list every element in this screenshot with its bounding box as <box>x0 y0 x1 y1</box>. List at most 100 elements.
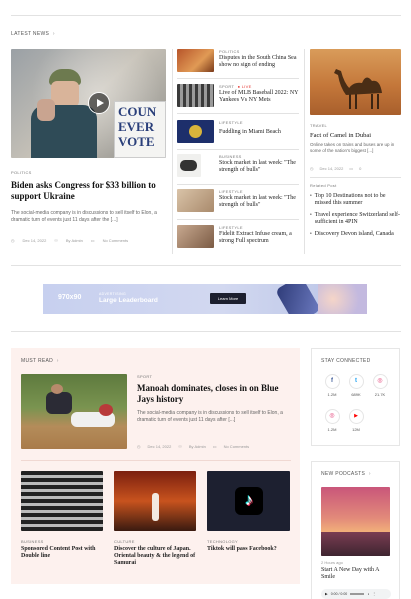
list-title[interactable]: Fuddling in Miami Beach <box>219 129 299 136</box>
camel-image[interactable] <box>310 49 401 115</box>
protest-sign: COUN EVER VOTE <box>114 101 166 158</box>
card-category[interactable]: TECHNOLOGY <box>207 539 238 544</box>
travel-title[interactable]: Fact of Camel in Dubai <box>310 132 401 139</box>
list-title[interactable]: Fidelit Extract Infuse cream, a strong F… <box>219 231 301 245</box>
social-count: 12M <box>352 427 360 432</box>
feature-image[interactable] <box>21 374 127 449</box>
podcast-episode-title[interactable]: Start A New Day with A Smile <box>321 567 391 581</box>
volume-icon[interactable]: ◖ <box>367 592 369 596</box>
list-title[interactable]: Disputes in the South China Sea show no … <box>219 55 299 69</box>
must-read-heading[interactable]: MUST READ › <box>21 358 59 364</box>
clock-icon: ◷ <box>310 166 314 171</box>
list-thumb[interactable] <box>177 49 214 72</box>
social-count: 1.2M <box>327 427 337 432</box>
lead-image[interactable]: COUN EVER VOTE <box>11 49 166 158</box>
related-item[interactable]: • Discovery Devon island, Canada <box>310 231 401 238</box>
related-item[interactable]: • Top 10 Destinations not to be missed th… <box>310 193 401 207</box>
camel-icon <box>334 69 382 109</box>
list-category[interactable]: SPORT ● LIVE <box>219 84 252 89</box>
social-item[interactable]: ◎ 1.2M <box>320 409 344 432</box>
social-item[interactable]: t 689K <box>344 374 368 397</box>
list-title[interactable]: Live of MLB Baseball 2022: NY Yankees Vs… <box>219 90 299 104</box>
live-badge: ● LIVE <box>237 84 252 89</box>
leaderboard-ad[interactable]: 970x90 ADVERTISING Large Leaderboard Lea… <box>43 284 367 314</box>
youtube-icon[interactable]: ▶ <box>348 409 364 424</box>
lead-category[interactable]: POLITICS <box>11 170 32 175</box>
list-item[interactable]: BUSINESS Stock market in last week: "The… <box>177 154 299 182</box>
lead-author[interactable]: By Admin <box>66 238 83 243</box>
protester-figure <box>29 69 99 158</box>
card-image[interactable] <box>114 471 196 531</box>
list-thumb[interactable] <box>177 189 214 212</box>
card-title[interactable]: Discover the culture of Japan. Oriental … <box>114 546 200 567</box>
ad-learn-more-button[interactable]: Learn More <box>210 293 246 304</box>
social-item[interactable]: ▶ 12M <box>344 409 368 432</box>
related-item-title: Discovery Devon island, Canada <box>314 231 394 237</box>
list-thumb[interactable] <box>177 154 201 177</box>
facebook-icon[interactable]: f <box>324 374 340 389</box>
card-image[interactable] <box>21 471 103 531</box>
tiktok-icon: ♪ <box>235 487 263 515</box>
player-time: 0:00 / 0:00 <box>330 592 348 596</box>
list-thumb[interactable] <box>177 84 214 107</box>
list-category[interactable]: LIFESTYLE <box>219 189 243 194</box>
social-count: 21.7K <box>374 392 386 397</box>
play-video-icon[interactable] <box>88 92 110 114</box>
audio-player[interactable]: ▶ 0:00 / 0:00 ◖ ⋮ <box>321 589 391 599</box>
list-item[interactable]: SPORT ● LIVE Live of MLB Baseball 2022: … <box>177 84 299 112</box>
podcast-cover[interactable] <box>321 487 390 556</box>
list-category[interactable]: POLITICS <box>219 49 240 54</box>
must-read-title: MUST READ <box>21 358 54 364</box>
list-thumb[interactable] <box>177 225 214 248</box>
list-item[interactable]: POLITICS Disputes in the South China Sea… <box>177 49 299 77</box>
card-category[interactable]: BUSINESS <box>21 539 44 544</box>
list-category[interactable]: LIFESTYLE <box>219 225 243 230</box>
travel-comments[interactable]: 0 <box>359 166 361 171</box>
list-category[interactable]: LIFESTYLE <box>219 120 243 125</box>
list-thumb[interactable] <box>177 120 214 143</box>
sign-line-2: EVER <box>118 119 155 134</box>
list-item[interactable]: LIFESTYLE Stock market in last week: "Th… <box>177 189 299 217</box>
list-category[interactable]: BUSINESS <box>219 154 242 159</box>
social-item[interactable]: f 1.2M <box>320 374 344 397</box>
ad-product-image <box>275 284 321 314</box>
more-options-icon[interactable]: ⋮ <box>372 592 376 596</box>
ad-size: 970x90 <box>58 294 82 301</box>
twitter-icon[interactable]: t <box>348 374 364 389</box>
card-title[interactable]: Sponsored Content Post with Double line <box>21 546 105 560</box>
instagram-icon[interactable]: ◎ <box>372 374 388 389</box>
clock-icon: ◷ <box>137 444 141 449</box>
comment-icon: ▭ <box>90 238 95 243</box>
list-title[interactable]: Stock market in last week: "The strength… <box>219 160 301 174</box>
feature-excerpt: The social-media company is in discussio… <box>137 410 283 423</box>
card-category[interactable]: CULTURE <box>114 539 135 544</box>
travel-category[interactable]: TRAVEL <box>310 123 327 128</box>
podcasts-heading[interactable]: NEW PODCASTS › <box>321 471 371 477</box>
feature-category[interactable]: SPORT <box>137 374 152 379</box>
list-category-label: SPORT <box>219 84 235 89</box>
travel-date: Dec 14, 2022 <box>319 166 344 171</box>
social-count: 1.2M <box>327 392 337 397</box>
list-item[interactable]: LIFESTYLE Fidelit Extract Infuse cream, … <box>177 225 299 253</box>
lead-comments[interactable]: No Comments <box>103 238 129 243</box>
latest-news-heading[interactable]: LATEST NEWS › <box>11 31 55 37</box>
podcast-meta: 2 Hours ago <box>321 560 343 565</box>
lead-excerpt: The social-media company is in discussio… <box>11 210 157 223</box>
latest-news-title: LATEST NEWS <box>11 31 50 37</box>
related-item-title: Travel experience Switzerland self-suffi… <box>314 212 401 225</box>
social-item[interactable]: ◎ 21.7K <box>368 374 392 397</box>
instagram-icon[interactable]: ◎ <box>324 409 340 424</box>
list-item[interactable]: LIFESTYLE Fuddling in Miami Beach <box>177 120 299 148</box>
card-image[interactable]: ♪ <box>207 471 290 531</box>
card-title[interactable]: Tiktok will pass Facebook? <box>207 546 291 553</box>
feature-title[interactable]: Manoah dominates, closes in on Blue Jays… <box>137 383 292 405</box>
travel-meta: ◷ Dec 14, 2022 ▭ 0 <box>310 166 361 171</box>
feature-comments[interactable]: No Comments <box>224 444 250 449</box>
related-item[interactable]: • Travel experience Switzerland self-suff… <box>310 212 401 226</box>
progress-track[interactable] <box>350 593 365 595</box>
feature-author[interactable]: By Admin <box>189 444 206 449</box>
list-title[interactable]: Stock market in last week: "The strength… <box>219 195 301 209</box>
play-icon[interactable]: ▶ <box>325 592 328 596</box>
lead-title[interactable]: Biden asks Congress for $33 billion to s… <box>11 180 169 202</box>
related-label: Related Post <box>310 183 337 188</box>
